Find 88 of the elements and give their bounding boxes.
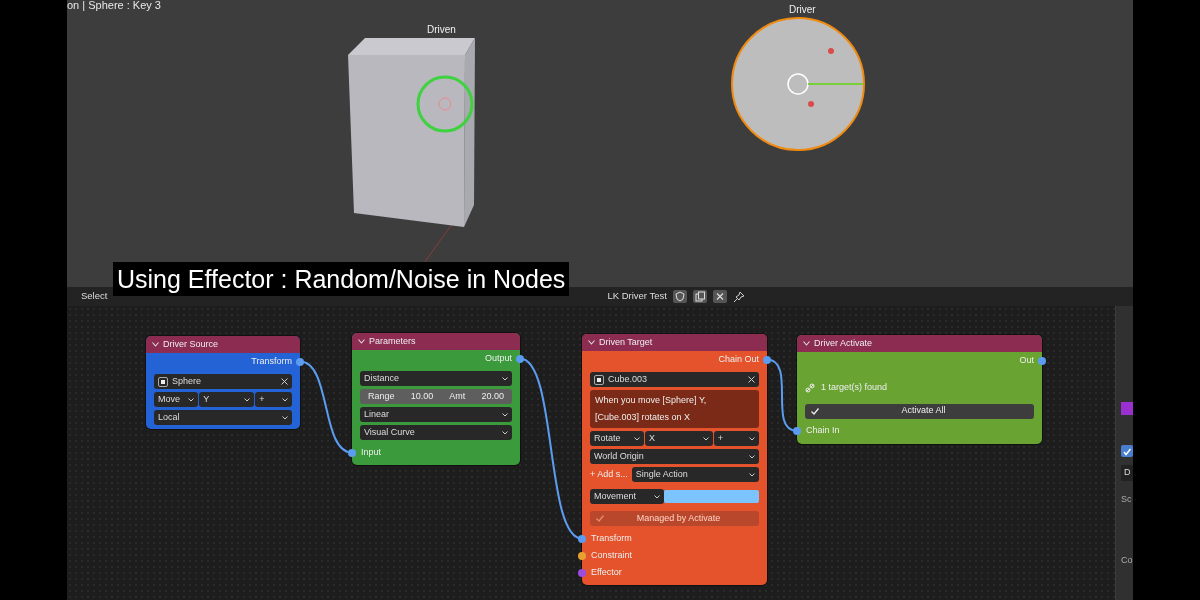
object-field[interactable]: Sphere xyxy=(154,374,292,389)
object-field[interactable]: Cube.003 xyxy=(590,372,759,387)
dropdown[interactable]: Y xyxy=(199,392,255,407)
action-button[interactable]: Activate All xyxy=(805,403,1034,419)
socket-dot[interactable] xyxy=(793,427,801,435)
sphere-drawing[interactable] xyxy=(731,17,865,151)
dropdown[interactable]: World Origin xyxy=(590,449,759,464)
check-icon xyxy=(811,407,819,415)
socket-dot[interactable] xyxy=(578,551,586,560)
dropdown[interactable]: Local xyxy=(154,410,292,425)
caret-icon xyxy=(502,430,508,435)
link-icon xyxy=(805,382,815,393)
socket-dot[interactable] xyxy=(516,354,524,363)
dropdown[interactable]: + xyxy=(255,392,292,407)
object-label: Driver xyxy=(789,3,816,17)
caret-icon xyxy=(282,397,288,402)
viewport-header: on | Sphere : Key 3 xyxy=(67,0,161,13)
socket-label: Chain In xyxy=(806,424,840,438)
node-title: Parameters xyxy=(369,334,416,348)
dropdown[interactable]: Rotate xyxy=(590,431,645,446)
dropdown[interactable]: Visual Curve xyxy=(360,425,512,440)
field-text: Range xyxy=(368,389,395,403)
socket-label: Transform xyxy=(591,531,632,545)
socket-label: Out xyxy=(1019,353,1034,367)
caret-icon xyxy=(749,454,755,459)
socket-dot[interactable] xyxy=(578,568,586,577)
chevron-icon[interactable] xyxy=(152,342,159,347)
field-text: 10.00 xyxy=(410,389,434,403)
object-label: Driven xyxy=(427,23,456,37)
duplicate-icon[interactable] xyxy=(692,290,707,303)
check-icon xyxy=(596,515,604,522)
node-title: Driver Source xyxy=(163,337,218,351)
caret-icon xyxy=(634,436,641,441)
chevron-icon[interactable] xyxy=(588,340,595,345)
range-field[interactable]: Range 10.00 Amt 20.00 xyxy=(360,389,512,404)
clear-icon[interactable] xyxy=(281,378,288,385)
dropdown[interactable]: Move xyxy=(154,392,199,407)
socket-dot[interactable] xyxy=(1038,356,1046,365)
info-text: When you move [Sphere] Y, [Cube.003] rotates on X xyxy=(590,390,759,428)
node-title: Driven Target xyxy=(599,335,653,349)
caret-icon xyxy=(749,436,755,441)
menu-item[interactable]: Select xyxy=(81,289,108,304)
chevron-icon[interactable] xyxy=(803,341,810,346)
video-caption: Using Effector : Random/Noise in Nodes xyxy=(113,262,570,296)
status-text: 1 target(s) found xyxy=(821,381,888,394)
socket-label: Chain Out xyxy=(718,352,759,366)
field-text: Amt xyxy=(449,389,466,403)
socket-label: Transform xyxy=(251,354,292,368)
caret-icon xyxy=(749,472,755,477)
panel-label: Sc xyxy=(1121,492,1133,506)
socket-dot[interactable] xyxy=(296,357,304,366)
shield-icon[interactable] xyxy=(672,290,687,303)
dropdown[interactable]: Linear xyxy=(360,407,512,422)
socket-dot[interactable] xyxy=(578,534,586,543)
color-swatch[interactable] xyxy=(664,490,759,503)
color-swatch[interactable] xyxy=(1121,402,1133,415)
chevron-icon[interactable] xyxy=(358,339,365,344)
caret-icon xyxy=(654,494,661,499)
socket-label: Input xyxy=(361,445,382,459)
socket-dot[interactable] xyxy=(348,448,356,457)
pin-icon[interactable] xyxy=(732,290,745,303)
node-tree-name[interactable]: LK Driver Test xyxy=(607,289,667,304)
caret-icon xyxy=(702,436,709,441)
add-label: + Add s... xyxy=(590,467,628,481)
caret-icon xyxy=(188,397,195,402)
caret-icon xyxy=(502,412,508,417)
caret-icon xyxy=(282,415,288,420)
caret-icon xyxy=(244,397,251,402)
object-icon xyxy=(594,374,604,385)
node-title: Driver Activate xyxy=(814,336,873,350)
checkbox[interactable] xyxy=(1121,445,1133,457)
panel-label: Co xyxy=(1121,554,1133,567)
cube-drawing[interactable] xyxy=(348,38,475,227)
clear-icon[interactable] xyxy=(748,376,755,383)
panel-field[interactable]: D xyxy=(1121,465,1133,481)
object-icon xyxy=(158,376,168,387)
field-text: 20.00 xyxy=(481,389,504,403)
dropdown[interactable]: + xyxy=(713,431,759,446)
socket-label: Output xyxy=(484,351,512,365)
socket-label: Constraint xyxy=(591,548,633,562)
caret-icon xyxy=(502,376,508,381)
socket-dot[interactable] xyxy=(763,355,771,364)
socket-label: Effector xyxy=(591,565,622,579)
close-icon[interactable] xyxy=(712,290,727,303)
dropdown[interactable]: Single Action xyxy=(631,467,759,482)
dropdown[interactable]: X xyxy=(645,431,713,446)
dropdown[interactable]: Distance xyxy=(360,371,512,386)
dropdown[interactable]: Movement xyxy=(590,489,665,504)
